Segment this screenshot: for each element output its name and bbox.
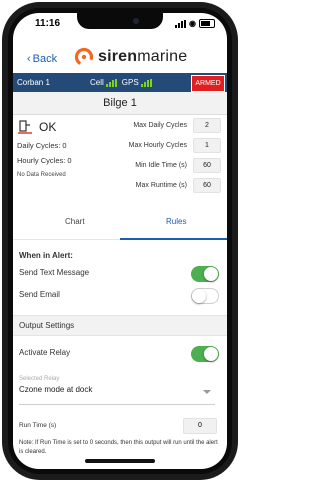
output-settings-title: Output Settings: [19, 321, 75, 330]
activate-relay-label: Activate Relay: [19, 348, 71, 357]
activate-relay-row: Activate Relay: [13, 343, 227, 363]
setting-min-idle-time: Min Idle Time (s) 60: [101, 157, 221, 173]
selected-relay-caption: Selected Relay: [19, 376, 60, 382]
run-time-label: Run Time (s): [19, 422, 57, 429]
gps-label: GPS: [121, 78, 139, 87]
tab-rules[interactable]: Rules: [166, 217, 186, 226]
sensor-status-text: OK: [39, 120, 57, 134]
send-email-row: Send Email: [13, 285, 227, 305]
boat-name: Corban 1: [17, 78, 50, 87]
setting-value-input[interactable]: 60: [193, 177, 221, 193]
siren-marine-logo: sirenmarine: [73, 46, 187, 68]
caret-down-icon: [203, 390, 211, 394]
run-time-row: Run Time (s) 0: [13, 417, 227, 435]
send-text-row: Send Text Message: [13, 263, 227, 283]
status-icons: ◉: [175, 19, 215, 28]
setting-value-input[interactable]: 60: [193, 157, 221, 173]
send-email-toggle[interactable]: [191, 288, 219, 304]
app-screen: 11:16 ◉ ‹ Back sirenmarine Corban 1 Cell…: [13, 13, 227, 469]
sensor-settings: Max Daily Cycles 2 Max Hourly Cycles 1 M…: [101, 117, 221, 197]
send-text-label: Send Text Message: [19, 268, 90, 277]
run-time-note: Note: If Run Time is set to 0 seconds, t…: [19, 440, 218, 455]
bilge-pump-icon: [18, 120, 32, 134]
setting-label: Max Hourly Cycles: [128, 141, 187, 149]
tab-chart[interactable]: Chart: [65, 217, 85, 226]
status-time: 11:16: [35, 18, 61, 29]
toggle-knob: [192, 289, 206, 303]
home-indicator[interactable]: [85, 459, 155, 463]
daily-cycles: Daily Cycles: 0: [17, 141, 67, 150]
selected-relay-value: Czone mode at dock: [19, 385, 93, 394]
wifi-icon: ◉: [189, 19, 196, 28]
toggle-knob: [204, 267, 218, 281]
nav-bar: ‹ Back sirenmarine: [13, 33, 227, 73]
battery-icon: [199, 19, 215, 28]
cell-label: Cell: [90, 78, 104, 87]
back-label: Back: [32, 53, 58, 65]
setting-label: Max Daily Cycles: [133, 121, 187, 129]
signal-indicators: Cell GPS: [90, 78, 152, 87]
siren-logo-icon: [74, 47, 94, 67]
setting-max-daily-cycles: Max Daily Cycles 2: [101, 117, 221, 133]
hourly-cycles: Hourly Cycles: 0: [17, 156, 72, 165]
no-data-text: No Data Received: [17, 172, 66, 178]
sensor-status: OK Daily Cycles: 0 Hourly Cycles: 0 No D…: [17, 119, 107, 178]
send-text-toggle[interactable]: [191, 266, 219, 282]
activate-relay-toggle[interactable]: [191, 346, 219, 362]
view-tabs: Chart Rules: [13, 209, 227, 240]
boat-status-bar: Corban 1 Cell GPS ARMED: [13, 73, 227, 92]
chevron-left-icon: ‹: [27, 53, 31, 65]
setting-max-hourly-cycles: Max Hourly Cycles 1: [101, 137, 221, 153]
setting-max-runtime: Max Runtime (s) 60: [101, 177, 221, 193]
selected-relay-select[interactable]: Selected Relay Czone mode at dock: [19, 376, 215, 405]
active-tab-indicator: [120, 238, 227, 240]
cell-signal-icon: [105, 79, 117, 87]
back-button[interactable]: ‹ Back: [27, 53, 57, 65]
toggle-knob: [204, 347, 218, 361]
sensor-title: Bilge 1: [13, 92, 227, 115]
setting-label: Max Runtime (s): [135, 181, 187, 189]
send-email-label: Send Email: [19, 290, 60, 299]
alert-heading: When in Alert:: [19, 251, 73, 260]
setting-label: Min Idle Time (s): [135, 161, 187, 169]
logo-text: sirenmarine: [98, 48, 188, 65]
run-time-input[interactable]: 0: [183, 418, 217, 434]
armed-button[interactable]: ARMED: [191, 75, 225, 92]
output-settings-header: Output Settings: [13, 315, 227, 336]
setting-value-input[interactable]: 1: [193, 137, 221, 153]
cellular-signal-icon: [175, 19, 187, 28]
gps-signal-icon: [140, 79, 152, 87]
status-bar: 11:16 ◉: [13, 17, 227, 31]
setting-value-input[interactable]: 2: [193, 117, 221, 133]
